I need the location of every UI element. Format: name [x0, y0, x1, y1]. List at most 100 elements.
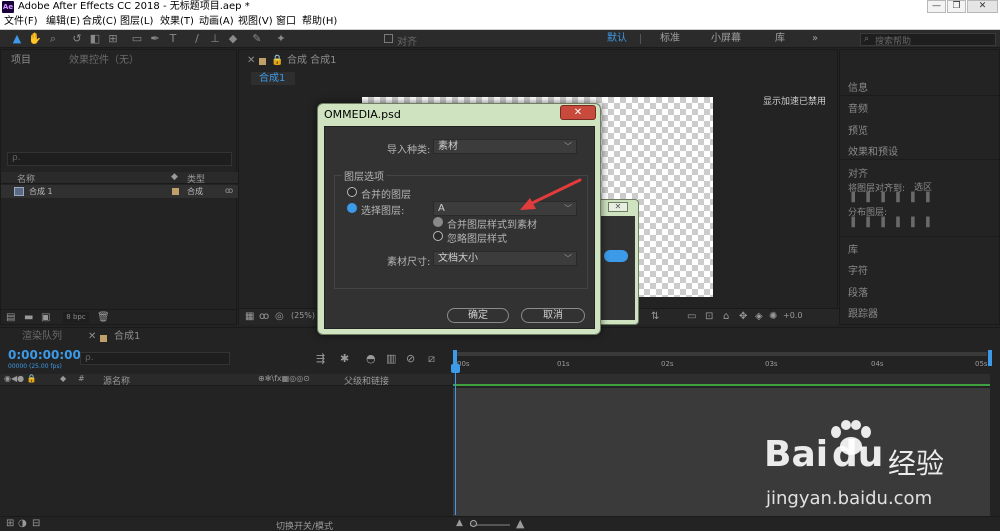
workspace-standard[interactable]: 标准 — [660, 30, 680, 48]
layer-switches-icon[interactable]: ⊞ — [6, 518, 14, 529]
panel-audio[interactable]: 音频 — [848, 100, 868, 115]
background-dialog-close-button[interactable]: ✕ — [608, 202, 628, 212]
toggle-transparency-icon[interactable]: ▭ — [687, 311, 696, 322]
in-out-icon[interactable]: ⊟ — [32, 518, 40, 529]
zoom-tool-icon[interactable]: ⌕ — [46, 32, 60, 46]
zoom-slider-thumb[interactable] — [470, 520, 477, 527]
col-type[interactable]: 类型 — [187, 172, 205, 185]
radio-merge-layer-styles[interactable] — [433, 217, 443, 227]
menu-composition[interactable]: 合成(C) — [82, 14, 117, 30]
lock-icon[interactable]: 🔒 — [271, 54, 283, 68]
footage-size-select[interactable]: 文档大小 ﹀ — [433, 251, 577, 266]
close-timeline-tab-icon[interactable]: ✕ — [88, 330, 96, 344]
motion-blur-icon[interactable]: ⊘ — [406, 352, 415, 365]
tab-render-queue[interactable]: 渲染队列 — [22, 330, 62, 344]
radio-choose-layer[interactable] — [347, 203, 357, 213]
align-checkbox[interactable] — [384, 34, 393, 43]
menu-edit[interactable]: 编辑(E) — [46, 14, 80, 30]
panel-tracker[interactable]: 跟踪器 — [848, 305, 878, 320]
tab-project[interactable]: 项目 — [11, 54, 31, 68]
workspace-more-button[interactable]: » — [812, 30, 818, 48]
menu-window[interactable]: 窗口 — [276, 14, 296, 30]
zoom-out-icon[interactable]: ▲ — [456, 518, 463, 528]
panel-paragraph[interactable]: 段落 — [848, 284, 868, 299]
switches-icons[interactable]: ⊕✻\fx▦◎◎⊙ — [258, 374, 310, 383]
draft-3d-icon[interactable]: ✱ — [340, 352, 349, 365]
transfer-controls-icon[interactable]: ◑ — [18, 518, 27, 529]
radio-merged-layers[interactable] — [347, 187, 357, 197]
col-parent-link[interactable]: 父级和链接 — [344, 374, 389, 387]
ok-button[interactable]: 确定 — [447, 308, 509, 323]
interpret-footage-icon[interactable]: ▤ — [6, 312, 15, 323]
panel-info[interactable]: 信息 — [848, 79, 868, 94]
project-search-input[interactable]: ρ. — [7, 152, 232, 166]
pan-behind-tool-icon[interactable]: ⊞ — [106, 32, 120, 46]
project-row[interactable]: 合成 1 合成 ꝏ — [1, 185, 238, 198]
3d-glasses-icon[interactable]: ꝏ — [259, 311, 269, 322]
exposure-value[interactable]: +0.0 — [783, 311, 802, 320]
reset-exposure-icon[interactable]: ⊡ — [705, 311, 713, 322]
tab-composition[interactable]: 合成 合成1 — [287, 54, 337, 68]
comp-duration-bar[interactable] — [453, 374, 990, 386]
type-tool-icon[interactable]: T — [166, 32, 180, 46]
menu-animation[interactable]: 动画(A) — [199, 14, 234, 30]
graph-editor-icon[interactable]: ⧄ — [428, 352, 435, 366]
menu-help[interactable]: 帮助(H) — [302, 14, 337, 30]
pen-tool-icon[interactable]: ✒ — [148, 32, 162, 46]
snapshot-icon[interactable]: ⌂ — [723, 311, 729, 322]
panel-preview[interactable]: 预览 — [848, 122, 868, 137]
distribute-buttons-row[interactable]: ▐▐▐▐▐▐ — [848, 218, 988, 228]
close-comp-tab-icon[interactable]: ✕ — [247, 54, 255, 68]
playhead-line[interactable] — [455, 350, 456, 515]
minimize-button[interactable]: — — [927, 0, 946, 13]
puppet-tool-icon[interactable]: ✦ — [274, 32, 288, 46]
menu-file[interactable]: 文件(F) — [4, 14, 38, 30]
radio-ignore-layer-styles[interactable] — [433, 231, 443, 241]
workspace-default[interactable]: 默认 — [607, 30, 627, 48]
panel-character[interactable]: 字符 — [848, 262, 868, 277]
av-features-icons[interactable]: ◉◀● 🔒 — [4, 374, 37, 383]
background-dialog-button[interactable] — [604, 250, 628, 262]
hand-tool-icon[interactable]: ✋ — [28, 32, 42, 46]
work-area-start-handle[interactable] — [453, 350, 457, 366]
rotate-tool-icon[interactable]: ↺ — [70, 32, 84, 46]
channel-icon[interactable]: ◈ — [755, 311, 763, 322]
roto-brush-tool-icon[interactable]: ✎ — [250, 32, 264, 46]
flowchart-icon[interactable]: ꝏ — [225, 186, 233, 195]
panel-library[interactable]: 库 — [848, 241, 858, 256]
align-buttons-row[interactable]: ▐▐▐▐▐▐ — [848, 193, 988, 203]
trash-icon[interactable]: 🗑 — [97, 312, 110, 323]
menu-layer[interactable]: 图层(L) — [120, 14, 153, 30]
menu-view[interactable]: 视图(V) — [238, 14, 273, 30]
panel-effects-presets[interactable]: 效果和预设 — [848, 143, 898, 158]
col-source-name[interactable]: 源名称 — [103, 374, 130, 387]
zoom-level[interactable]: (25%) — [291, 311, 315, 320]
menu-effect[interactable]: 效果(T) — [160, 14, 194, 30]
workspace-small-screen[interactable]: 小屏幕 — [711, 30, 741, 48]
eraser-tool-icon[interactable]: ◆ — [226, 32, 240, 46]
exposure-icon[interactable]: ✺ — [769, 311, 777, 322]
import-type-select[interactable]: 素材 ﹀ — [433, 139, 577, 154]
toggle-switches-modes[interactable]: 切换开关/模式 — [276, 519, 333, 531]
mask-visibility-icon[interactable]: ◎ — [275, 311, 284, 322]
timeline-search-input[interactable]: ρ. — [80, 352, 230, 365]
comp-subtab[interactable]: 合成1 — [251, 72, 295, 85]
close-button[interactable]: ✕ — [967, 0, 998, 13]
help-search-input[interactable]: ⌕ 搜索帮助 — [860, 33, 996, 47]
cancel-button[interactable]: 取消 — [521, 308, 585, 323]
rectangle-tool-icon[interactable]: ▭ — [130, 32, 144, 46]
new-composition-icon[interactable]: ▣ — [41, 312, 50, 323]
bit-depth-button[interactable]: 8 bpc — [63, 312, 89, 323]
align-to-select[interactable]: 选区 — [914, 180, 932, 193]
dialog-close-button[interactable]: ✕ — [560, 105, 596, 120]
selection-tool-icon[interactable]: ▲ — [10, 32, 24, 46]
work-area-end-handle[interactable] — [988, 350, 992, 366]
shy-layers-icon[interactable]: ◓ — [366, 352, 376, 365]
col-name[interactable]: 名称 — [17, 172, 35, 185]
clone-stamp-tool-icon[interactable]: ⊥ — [208, 32, 222, 46]
tab-timeline-comp[interactable]: 合成1 — [114, 330, 140, 344]
maximize-button[interactable]: ❐ — [947, 0, 966, 13]
fast-preview-icon[interactable]: ⇅ — [651, 311, 659, 322]
brush-tool-icon[interactable]: / — [190, 32, 204, 46]
new-folder-icon[interactable]: ▬ — [24, 312, 33, 323]
